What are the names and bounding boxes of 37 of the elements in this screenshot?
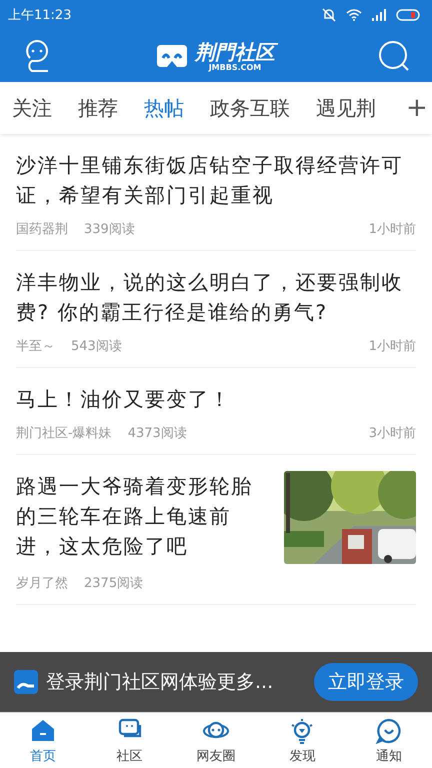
nav-item[interactable]: 网友圈 [172,713,260,768]
post-time: 3小时前 [368,425,416,442]
nav-item[interactable]: 社区 [86,713,173,768]
status-time: 上午11:23 [8,7,72,24]
logo-domain: JMBBS.COM [208,62,262,72]
category-tab[interactable]: 政务互联 [210,94,290,122]
read-count: 4373阅读 [128,425,187,442]
wifi-icon [346,9,362,21]
battery-icon [396,9,420,21]
read-count: 543阅读 [71,338,122,355]
nav-item[interactable]: 首页 [0,713,86,768]
post-time: 1小时前 [368,338,416,355]
category-tab[interactable]: 关注 [12,94,52,122]
nav-item[interactable]: 通知 [346,713,432,768]
read-count: 2375阅读 [84,575,144,592]
post-author: 岁月了然 [16,575,68,592]
signal-icon [372,9,386,21]
nav-item[interactable]: 发现 [259,713,346,768]
speech-bubble-icon [374,716,403,744]
category-tab[interactable]: 推荐 [78,94,118,122]
read-count: 339阅读 [84,221,135,238]
category-tab[interactable]: 热帖 [144,94,184,122]
post-title[interactable]: 路遇一大爷骑着变形轮胎的三轮车在路上龟速前进，这太危险了吧 [16,471,270,561]
category-tab[interactable]: 遇见荆 [316,94,376,122]
post-title[interactable]: 沙洋十里铺东街饭店钻空子取得经营许可证，希望有关部门引起重视 [16,150,416,210]
search-icon[interactable] [378,40,410,72]
post-title[interactable]: 马上！油价又要变了！ [16,384,416,414]
post-time: 1小时前 [368,221,416,238]
post-author: 荆门社区-爆料妹 [16,425,112,442]
login-button[interactable]: 立即登录 [314,663,418,701]
post-author: 国药器荆 [16,221,68,238]
post-title[interactable]: 洋丰物业，说的这么明白了，还要强制收费? 你的霸王行径是谁给的勇气? [16,267,416,327]
logo-icon [155,43,189,69]
app-icon [14,670,38,694]
post-author: 半至～ [16,338,55,355]
muted-bell-icon [322,8,336,22]
login-prompt: 登录荆门社区网体验更多... [46,670,274,695]
